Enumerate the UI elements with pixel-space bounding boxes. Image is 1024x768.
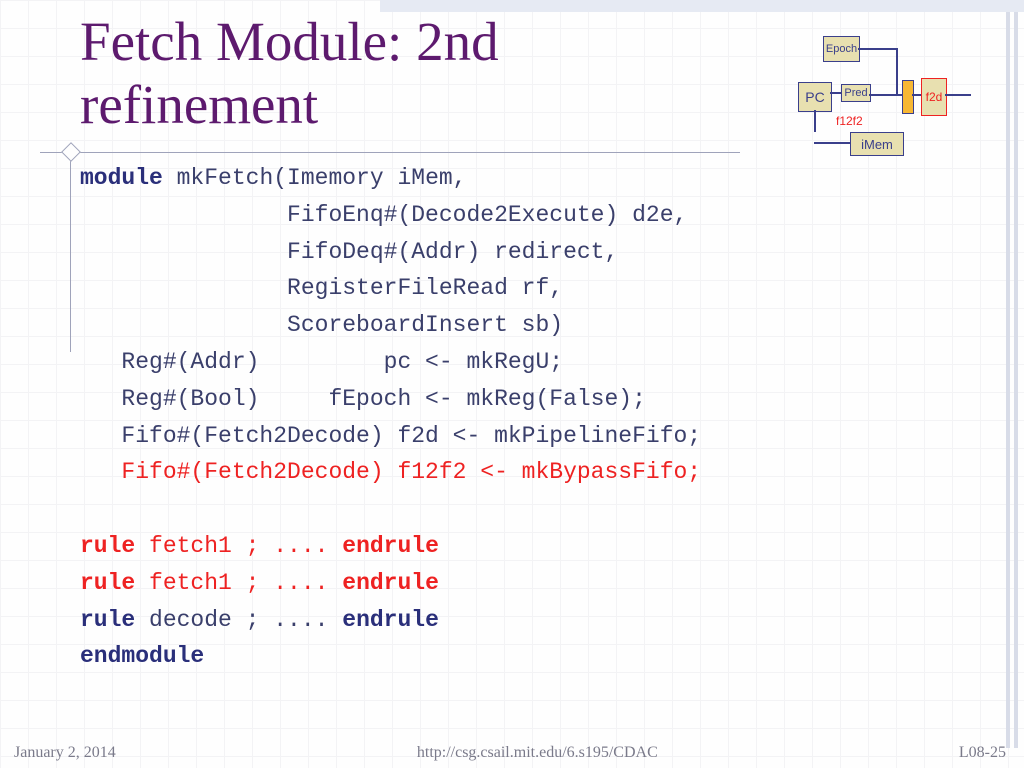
kw-endrule-1: endrule [342,533,439,559]
footer-date: January 2, 2014 [14,744,116,762]
slide-title: Fetch Module: 2nd refinement [80,10,499,137]
footer-pageref: L08-25 [959,744,1006,762]
diagram-pc-box: PC [798,82,832,112]
diagram-pred-box: Pred [841,84,871,102]
diagram-f2d-box: f2d [921,78,947,116]
arrow-pred-to-bar [869,94,902,96]
arrow-pred-to-pc [830,92,841,94]
code-l7: Reg#(Bool) fEpoch <- mkReg(False); [80,386,646,412]
rule-3-body: decode ; .... [135,607,342,633]
diagram-imem-box: iMem [850,132,904,156]
code-block: module mkFetch(Imemory iMem, FifoEnq#(De… [80,160,984,675]
code-l8: Fifo#(Fetch2Decode) f2d <- mkPipelineFif… [80,423,701,449]
arrow-bar-to-f2d [912,94,921,96]
kw-module: module [80,165,163,191]
code-l4: RegisterFileRead rf, [80,275,563,301]
footer-url: http://csg.csail.mit.edu/6.s195/CDAC [417,744,658,762]
slide-footer: January 2, 2014 http://csg.csail.mit.edu… [14,744,1006,762]
code-l3: FifoDeq#(Addr) redirect, [80,239,618,265]
side-decoration [1006,12,1018,748]
arrow-epoch-in [858,48,898,50]
arrow-to-imem [814,142,850,144]
kw-endmodule: endmodule [80,643,204,669]
title-line-1: Fetch Module: 2nd [80,11,499,72]
diagram-f12f2-label: f12f2 [836,114,863,128]
code-l5: ScoreboardInsert sb) [80,312,563,338]
kw-endrule-3: endrule [342,607,439,633]
arrow-f2d-out [945,94,971,96]
rule-2-body: fetch1 ; .... [135,570,342,596]
code-l6: Reg#(Addr) pc <- mkRegU; [80,349,563,375]
code-l1: mkFetch(Imemory iMem, [163,165,467,191]
diagram-fifo-bar [902,80,914,114]
rule-1-body: fetch1 ; .... [135,533,342,559]
diagram-epoch-box: Epoch [823,36,860,62]
code-l2: FifoEnq#(Decode2Execute) d2e, [80,202,687,228]
kw-rule-2: rule [80,570,135,596]
arrow-pc-down [814,110,816,132]
kw-endrule-2: endrule [342,570,439,596]
title-line-2: refinement [80,74,318,135]
pipeline-diagram: Epoch PC Pred iMem f2d f12f2 [796,22,996,162]
kw-rule-1: rule [80,533,135,559]
arrow-epoch-down [896,48,898,96]
kw-rule-3: rule [80,607,135,633]
code-l9: Fifo#(Fetch2Decode) f12f2 <- mkBypassFif… [80,459,701,485]
